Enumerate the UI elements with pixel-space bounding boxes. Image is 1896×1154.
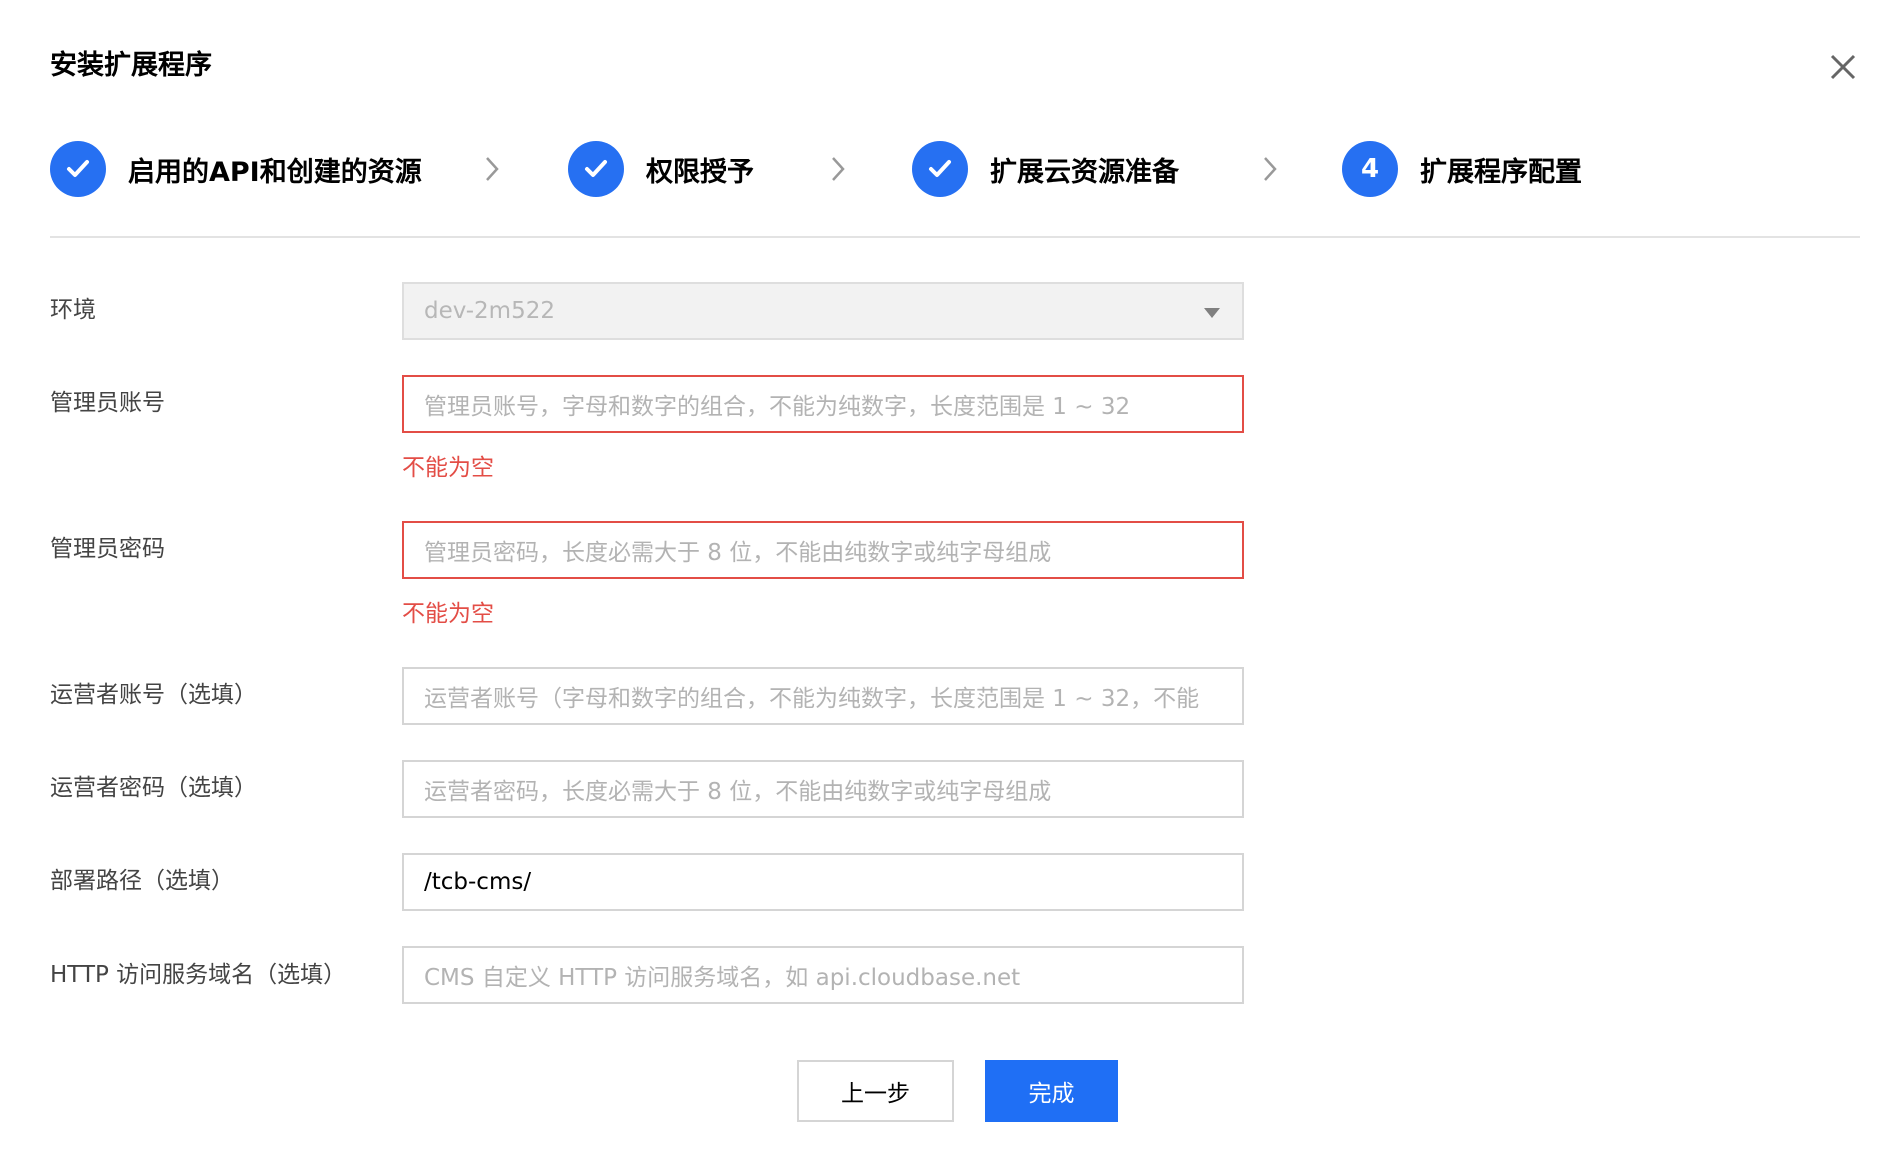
caret-down-icon bbox=[1204, 308, 1220, 318]
env-label: 环境 bbox=[50, 297, 96, 323]
admin-password-error: 不能为空 bbox=[402, 601, 494, 627]
chevron-right-icon bbox=[482, 155, 502, 183]
deploy-path-value: /tcb-cms/ bbox=[424, 869, 532, 895]
chevron-right-icon bbox=[828, 155, 848, 183]
step-number: 4 bbox=[1342, 141, 1398, 197]
prev-step-button[interactable]: 上一步 bbox=[797, 1060, 954, 1122]
step-label: 扩展云资源准备 bbox=[990, 156, 1179, 188]
operator-account-input[interactable]: 运营者账号（字母和数字的组合，不能为纯数字，长度范围是 1 ~ 32，不能 bbox=[402, 667, 1244, 725]
close-icon[interactable] bbox=[1826, 50, 1860, 84]
step-label: 权限授予 bbox=[646, 156, 754, 188]
admin-account-input[interactable]: 管理员账号，字母和数字的组合，不能为纯数字，长度范围是 1 ~ 32 bbox=[402, 375, 1244, 433]
operator-account-placeholder: 运营者账号（字母和数字的组合，不能为纯数字，长度范围是 1 ~ 32，不能 bbox=[424, 686, 1200, 712]
step-1: 启用的API和创建的资源 bbox=[50, 140, 422, 198]
operator-password-placeholder: 运营者密码，长度必需大于 8 位，不能由纯数字或纯字母组成 bbox=[424, 779, 1052, 805]
step-label: 扩展程序配置 bbox=[1420, 156, 1582, 188]
deploy-path-input[interactable]: /tcb-cms/ bbox=[402, 853, 1244, 911]
env-select[interactable]: dev-2m522 bbox=[402, 282, 1244, 340]
admin-password-input[interactable]: 管理员密码，长度必需大于 8 位，不能由纯数字或纯字母组成 bbox=[402, 521, 1244, 579]
step-4: 4 扩展程序配置 bbox=[1342, 140, 1582, 198]
http-domain-label: HTTP 访问服务域名（选填） bbox=[50, 962, 347, 988]
admin-password-placeholder: 管理员密码，长度必需大于 8 位，不能由纯数字或纯字母组成 bbox=[424, 540, 1052, 566]
admin-password-label: 管理员密码 bbox=[50, 536, 165, 562]
check-icon bbox=[912, 141, 968, 197]
step-3: 扩展云资源准备 bbox=[912, 140, 1179, 198]
operator-password-input[interactable]: 运营者密码，长度必需大于 8 位，不能由纯数字或纯字母组成 bbox=[402, 760, 1244, 818]
dialog-title: 安装扩展程序 bbox=[50, 50, 212, 81]
step-label: 启用的API和创建的资源 bbox=[128, 156, 422, 188]
admin-account-error: 不能为空 bbox=[402, 455, 494, 481]
done-button[interactable]: 完成 bbox=[985, 1060, 1118, 1122]
env-value: dev-2m522 bbox=[424, 298, 555, 324]
http-domain-input[interactable]: CMS 自定义 HTTP 访问服务域名，如 api.cloudbase.net bbox=[402, 946, 1244, 1004]
deploy-path-label: 部署路径（选填） bbox=[50, 868, 234, 894]
http-domain-placeholder: CMS 自定义 HTTP 访问服务域名，如 api.cloudbase.net bbox=[424, 965, 1021, 991]
divider bbox=[50, 236, 1860, 238]
admin-account-label: 管理员账号 bbox=[50, 390, 165, 416]
operator-password-label: 运营者密码（选填） bbox=[50, 775, 257, 801]
chevron-right-icon bbox=[1260, 155, 1280, 183]
operator-account-label: 运营者账号（选填） bbox=[50, 682, 257, 708]
check-icon bbox=[568, 141, 624, 197]
check-icon bbox=[50, 141, 106, 197]
step-2: 权限授予 bbox=[568, 140, 754, 198]
admin-account-placeholder: 管理员账号，字母和数字的组合，不能为纯数字，长度范围是 1 ~ 32 bbox=[424, 394, 1131, 420]
